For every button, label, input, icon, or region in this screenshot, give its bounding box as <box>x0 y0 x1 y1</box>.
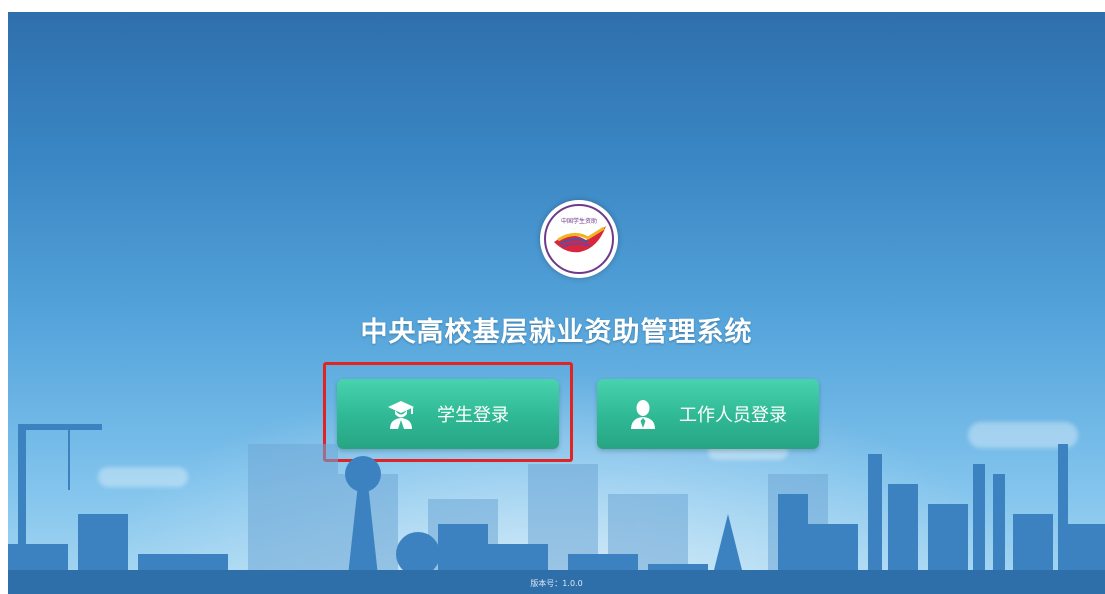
version-label: 版本号：1.0.0 <box>530 579 583 588</box>
login-page: 中国学生资助 中央高校基层就业资助管理系统 学生登录 工作人员登录 版本号：1.… <box>8 12 1105 594</box>
system-logo: 中国学生资助 <box>540 200 618 278</box>
logo-ribbon-icon <box>554 226 606 253</box>
city-skyline-illustration <box>8 424 1105 594</box>
page-title: 中央高校基层就业资助管理系统 <box>360 317 753 348</box>
